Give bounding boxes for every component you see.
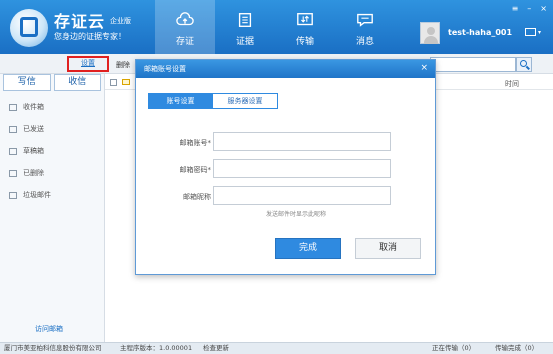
folder-list: 收件箱 已发送 草稿箱 已删除 垃圾邮件: [0, 97, 104, 206]
email-nickname-field[interactable]: [213, 186, 391, 205]
delete-button[interactable]: 删除: [116, 60, 130, 70]
brand-slogan: 您身边的证据专家！: [54, 32, 126, 41]
email-account-field[interactable]: [213, 132, 391, 151]
sent-icon: [9, 126, 17, 133]
folder-label: 已删除: [23, 169, 44, 177]
nav-tab-transfer[interactable]: 传输: [275, 0, 335, 54]
trash-icon: [9, 170, 17, 177]
window-controls: ≡ – ×: [512, 4, 547, 13]
nav-tab-label: 存证: [175, 37, 194, 47]
folder-spam[interactable]: 垃圾邮件: [0, 185, 104, 206]
mail-icon[interactable]: [525, 28, 536, 36]
check-update-link[interactable]: 检查更新: [203, 343, 229, 354]
transfer-status[interactable]: 正在传输（0）: [432, 343, 475, 354]
select-all-checkbox[interactable]: [110, 79, 117, 86]
visit-mail-link[interactable]: 访问邮箱: [35, 324, 63, 334]
nav-tab-evidence[interactable]: 证据: [215, 0, 275, 54]
folder-deleted[interactable]: 已删除: [0, 163, 104, 184]
inbox-icon: [9, 104, 17, 111]
email-account-label: 邮箱账号*: [179, 139, 212, 147]
folder-label: 草稿箱: [23, 147, 44, 155]
draft-icon: [9, 148, 17, 155]
company-name: 厦门市美亚柏科信息股份有限公司: [4, 344, 102, 352]
avatar[interactable]: [420, 22, 440, 44]
username[interactable]: test-haha_001: [448, 28, 512, 37]
dialog-title: 邮箱账号设置: [136, 60, 435, 78]
nickname-hint: 发送邮件时显示此昵称: [266, 211, 327, 218]
compose-button[interactable]: 写信: [3, 74, 51, 91]
nav-tab-label: 消息: [355, 37, 374, 47]
minimize-icon[interactable]: –: [527, 4, 531, 13]
close-icon[interactable]: ×: [420, 63, 428, 73]
app-logo: [10, 9, 48, 47]
brand-edition: 企业版: [110, 17, 131, 25]
tab-account-settings[interactable]: 账号设置: [148, 93, 213, 109]
search-input[interactable]: [430, 57, 516, 72]
folder-label: 收件箱: [23, 103, 44, 111]
receive-button[interactable]: 收信: [53, 74, 101, 91]
settings-link[interactable]: 设置: [67, 56, 109, 72]
document-icon: [238, 13, 252, 27]
folder-label: 已发送: [23, 125, 44, 133]
cancel-button[interactable]: 取消: [355, 238, 421, 259]
mail-settings-dialog: 邮箱账号设置 × 账号设置 服务器设置 邮箱账号* 邮箱密码* 邮箱昵称 发送邮…: [135, 59, 436, 275]
cloud-upload-icon: [176, 12, 194, 26]
status-bar: 厦门市美亚柏科信息股份有限公司 主程序版本：1.0.00001 检查更新 正在传…: [0, 342, 553, 354]
dialog-tabs: 账号设置 服务器设置: [148, 93, 278, 109]
folder-sent[interactable]: 已发送: [0, 119, 104, 140]
transfer-icon: [297, 13, 313, 26]
folder-inbox[interactable]: 收件箱: [0, 97, 104, 118]
nav-tab-label: 传输: [295, 37, 314, 47]
confirm-button[interactable]: 完成: [275, 238, 341, 259]
main-nav: 存证 证据 传输 消息: [155, 0, 395, 54]
column-time[interactable]: 时间: [505, 79, 519, 89]
email-nickname-label: 邮箱昵称: [183, 193, 211, 201]
search-button[interactable]: [516, 57, 532, 72]
app-header: 存证云 企业版 您身边的证据专家！ 存证 证据 传输 消息 test-haha_…: [0, 0, 553, 54]
mail-sidebar: 写信 收信 收件箱 已发送 草稿箱 已删除 垃圾邮件 访问邮箱: [0, 74, 105, 342]
spam-icon: [9, 192, 17, 199]
transfer-done-status[interactable]: 传输完成（0）: [495, 343, 538, 354]
compose-row: 写信 收信: [0, 74, 104, 91]
envelope-icon: [122, 79, 130, 85]
brand-name: 存证云: [54, 12, 106, 31]
nav-tab-messages[interactable]: 消息: [335, 0, 395, 54]
chevron-down-icon[interactable]: ▾: [538, 29, 541, 36]
menu-icon[interactable]: ≡: [512, 4, 519, 13]
nav-tab-deposit[interactable]: 存证: [155, 0, 215, 54]
close-icon[interactable]: ×: [540, 4, 547, 13]
folder-drafts[interactable]: 草稿箱: [0, 141, 104, 162]
message-icon: [357, 13, 373, 27]
folder-label: 垃圾邮件: [23, 191, 51, 199]
email-password-label: 邮箱密码*: [179, 166, 212, 174]
version-info: 主程序版本：1.0.00001: [120, 344, 193, 352]
nav-tab-label: 证据: [235, 37, 254, 47]
email-password-field[interactable]: [213, 159, 391, 178]
tab-server-settings[interactable]: 服务器设置: [213, 93, 278, 109]
